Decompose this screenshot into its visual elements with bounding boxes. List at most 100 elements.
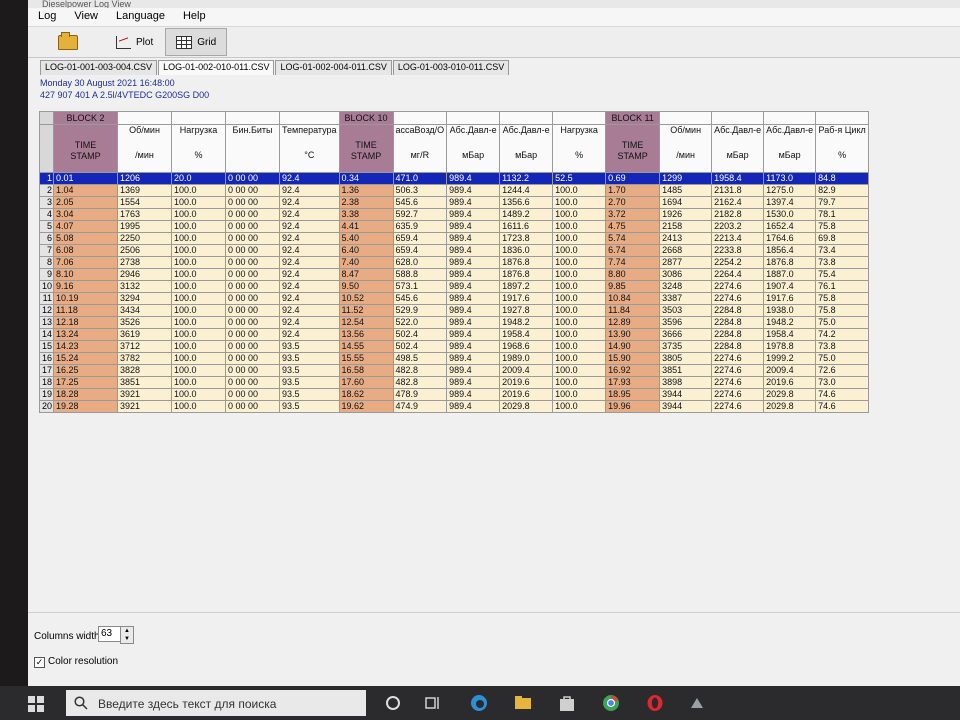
data-cell[interactable]: 0 00 00	[225, 400, 281, 413]
data-cell[interactable]: 478.9	[392, 388, 448, 401]
timestamp-cell[interactable]: 7.74	[605, 256, 661, 269]
data-cell[interactable]: 93.5	[279, 400, 340, 413]
data-cell[interactable]: 2284.8	[711, 328, 765, 341]
timestamp-cell[interactable]: 12.54	[338, 316, 394, 329]
data-cell[interactable]: 3898	[659, 376, 713, 389]
data-cell[interactable]: 545.6	[392, 292, 448, 305]
table-row[interactable]: 14 13.24 3619 100.0 0 00 00 92.4 13.56 502.4 989…	[38, 328, 870, 341]
data-cell[interactable]: 100.0	[552, 388, 607, 401]
data-cell[interactable]: 92.4	[279, 304, 340, 317]
data-cell[interactable]: 1554	[117, 196, 173, 209]
data-cell[interactable]: 2029.8	[763, 400, 817, 413]
data-cell[interactable]: 100.0	[171, 256, 227, 269]
row-number[interactable]: 5	[38, 220, 55, 233]
data-cell[interactable]: 1999.2	[763, 352, 817, 365]
data-cell[interactable]: 2250	[117, 232, 173, 245]
data-cell[interactable]: 588.8	[392, 268, 448, 281]
table-row[interactable]: 20 19.28 3921 100.0 0 00 00 93.5 19.62 474.9 989…	[38, 400, 870, 413]
data-cell[interactable]: 0 00 00	[225, 232, 281, 245]
data-cell[interactable]: 73.8	[815, 256, 870, 269]
timestamp-cell[interactable]: 19.28	[53, 400, 119, 413]
data-cell[interactable]: 100.0	[552, 268, 607, 281]
row-number[interactable]: 20	[38, 400, 55, 413]
table-row[interactable]: 1 0.01 1206 20.0 0 00 00 92.4 0.34 471.0 989.4 11…	[38, 172, 870, 185]
column-header[interactable]: TIME STAMP	[605, 124, 661, 173]
data-cell[interactable]: 1887.0	[763, 268, 817, 281]
timestamp-cell[interactable]: 17.25	[53, 376, 119, 389]
data-cell[interactable]: 82.9	[815, 184, 870, 197]
data-cell[interactable]: 1978.8	[763, 340, 817, 353]
data-cell[interactable]: 73.4	[815, 244, 870, 257]
data-cell[interactable]: 1299	[659, 172, 713, 185]
data-cell[interactable]: 989.4	[446, 304, 501, 317]
menu-log[interactable]: Log	[28, 8, 64, 26]
data-cell[interactable]: 100.0	[552, 328, 607, 341]
data-cell[interactable]: 1927.8	[499, 304, 554, 317]
timestamp-cell[interactable]: 16.92	[605, 364, 661, 377]
timestamp-cell[interactable]: 1.04	[53, 184, 119, 197]
data-cell[interactable]: 1948.2	[763, 316, 817, 329]
data-cell[interactable]: 93.5	[279, 340, 340, 353]
row-number[interactable]: 6	[38, 232, 55, 245]
data-cell[interactable]: 0 00 00	[225, 220, 281, 233]
data-cell[interactable]: 2182.8	[711, 208, 765, 221]
column-header[interactable]: Об/мин/мин	[659, 124, 713, 173]
data-cell[interactable]: 1132.2	[499, 172, 554, 185]
data-cell[interactable]: 3666	[659, 328, 713, 341]
column-header[interactable]: Раб-я Цикл%	[815, 124, 870, 173]
data-cell[interactable]: 2158	[659, 220, 713, 233]
data-cell[interactable]: 74.6	[815, 388, 870, 401]
data-cell[interactable]: 0 00 00	[225, 280, 281, 293]
data-cell[interactable]: 0 00 00	[225, 268, 281, 281]
data-cell[interactable]: 659.4	[392, 232, 448, 245]
timestamp-cell[interactable]: 17.60	[338, 376, 394, 389]
row-number[interactable]: 11	[38, 292, 55, 305]
data-cell[interactable]: 3596	[659, 316, 713, 329]
data-cell[interactable]: 3921	[117, 388, 173, 401]
data-cell[interactable]: 3712	[117, 340, 173, 353]
data-cell[interactable]: 72.6	[815, 364, 870, 377]
timestamp-cell[interactable]: 13.24	[53, 328, 119, 341]
timestamp-cell[interactable]: 6.40	[338, 244, 394, 257]
data-cell[interactable]: 1876.8	[763, 256, 817, 269]
timestamp-cell[interactable]: 16.58	[338, 364, 394, 377]
data-cell[interactable]: 989.4	[446, 256, 501, 269]
spin-up-icon[interactable]: ▲	[124, 628, 130, 634]
data-cell[interactable]: 92.4	[279, 172, 340, 185]
table-row[interactable]: 6 5.08 2250 100.0 0 00 00 92.4 5.40 659.4 989.4 1…	[38, 232, 870, 245]
timestamp-cell[interactable]: 4.07	[53, 220, 119, 233]
data-cell[interactable]: 989.4	[446, 328, 501, 341]
data-cell[interactable]: 93.5	[279, 364, 340, 377]
plot-button[interactable]: Plot	[106, 29, 163, 55]
data-cell[interactable]: 75.0	[815, 316, 870, 329]
tab-file-4[interactable]: LOG-01-003-010-011.CSV	[392, 60, 510, 75]
timestamp-cell[interactable]: 18.95	[605, 388, 661, 401]
data-cell[interactable]: 76.1	[815, 280, 870, 293]
data-cell[interactable]: 100.0	[171, 292, 227, 305]
table-row[interactable]: 9 8.10 2946 100.0 0 00 00 92.4 8.47 588.8 989.4 1…	[38, 268, 870, 281]
data-cell[interactable]: 529.9	[392, 304, 448, 317]
column-header[interactable]: TIME STAMP	[338, 124, 394, 173]
data-cell[interactable]: 2254.2	[711, 256, 765, 269]
data-cell[interactable]: 92.4	[279, 256, 340, 269]
data-cell[interactable]: 2264.4	[711, 268, 765, 281]
data-cell[interactable]: 1723.8	[499, 232, 554, 245]
table-row[interactable]: 10 9.16 3132 100.0 0 00 00 92.4 9.50 573.1 989.4…	[38, 280, 870, 293]
row-number[interactable]: 12	[38, 304, 55, 317]
color-resolution-checkbox[interactable]: ✓	[34, 657, 45, 668]
data-cell[interactable]: 74.6	[815, 400, 870, 413]
timestamp-cell[interactable]: 10.84	[605, 292, 661, 305]
table-row[interactable]: 16 15.24 3782 100.0 0 00 00 93.5 15.55 498.5 989…	[38, 352, 870, 365]
data-cell[interactable]: 1948.2	[499, 316, 554, 329]
timestamp-cell[interactable]: 4.41	[338, 220, 394, 233]
columns-width-spinner[interactable]: ▲ ▼	[120, 626, 134, 644]
menu-view[interactable]: View	[64, 8, 106, 26]
data-cell[interactable]: 100.0	[171, 184, 227, 197]
data-cell[interactable]: 93.5	[279, 388, 340, 401]
timestamp-cell[interactable]: 8.10	[53, 268, 119, 281]
data-cell[interactable]: 522.0	[392, 316, 448, 329]
table-row[interactable]: 17 16.25 3828 100.0 0 00 00 93.5 16.58 482.8 989…	[38, 364, 870, 377]
timestamp-cell[interactable]: 15.90	[605, 352, 661, 365]
timestamp-cell[interactable]: 3.38	[338, 208, 394, 221]
table-row[interactable]: 2 1.04 1369 100.0 0 00 00 92.4 1.36 506.3 989.4 1…	[38, 184, 870, 197]
